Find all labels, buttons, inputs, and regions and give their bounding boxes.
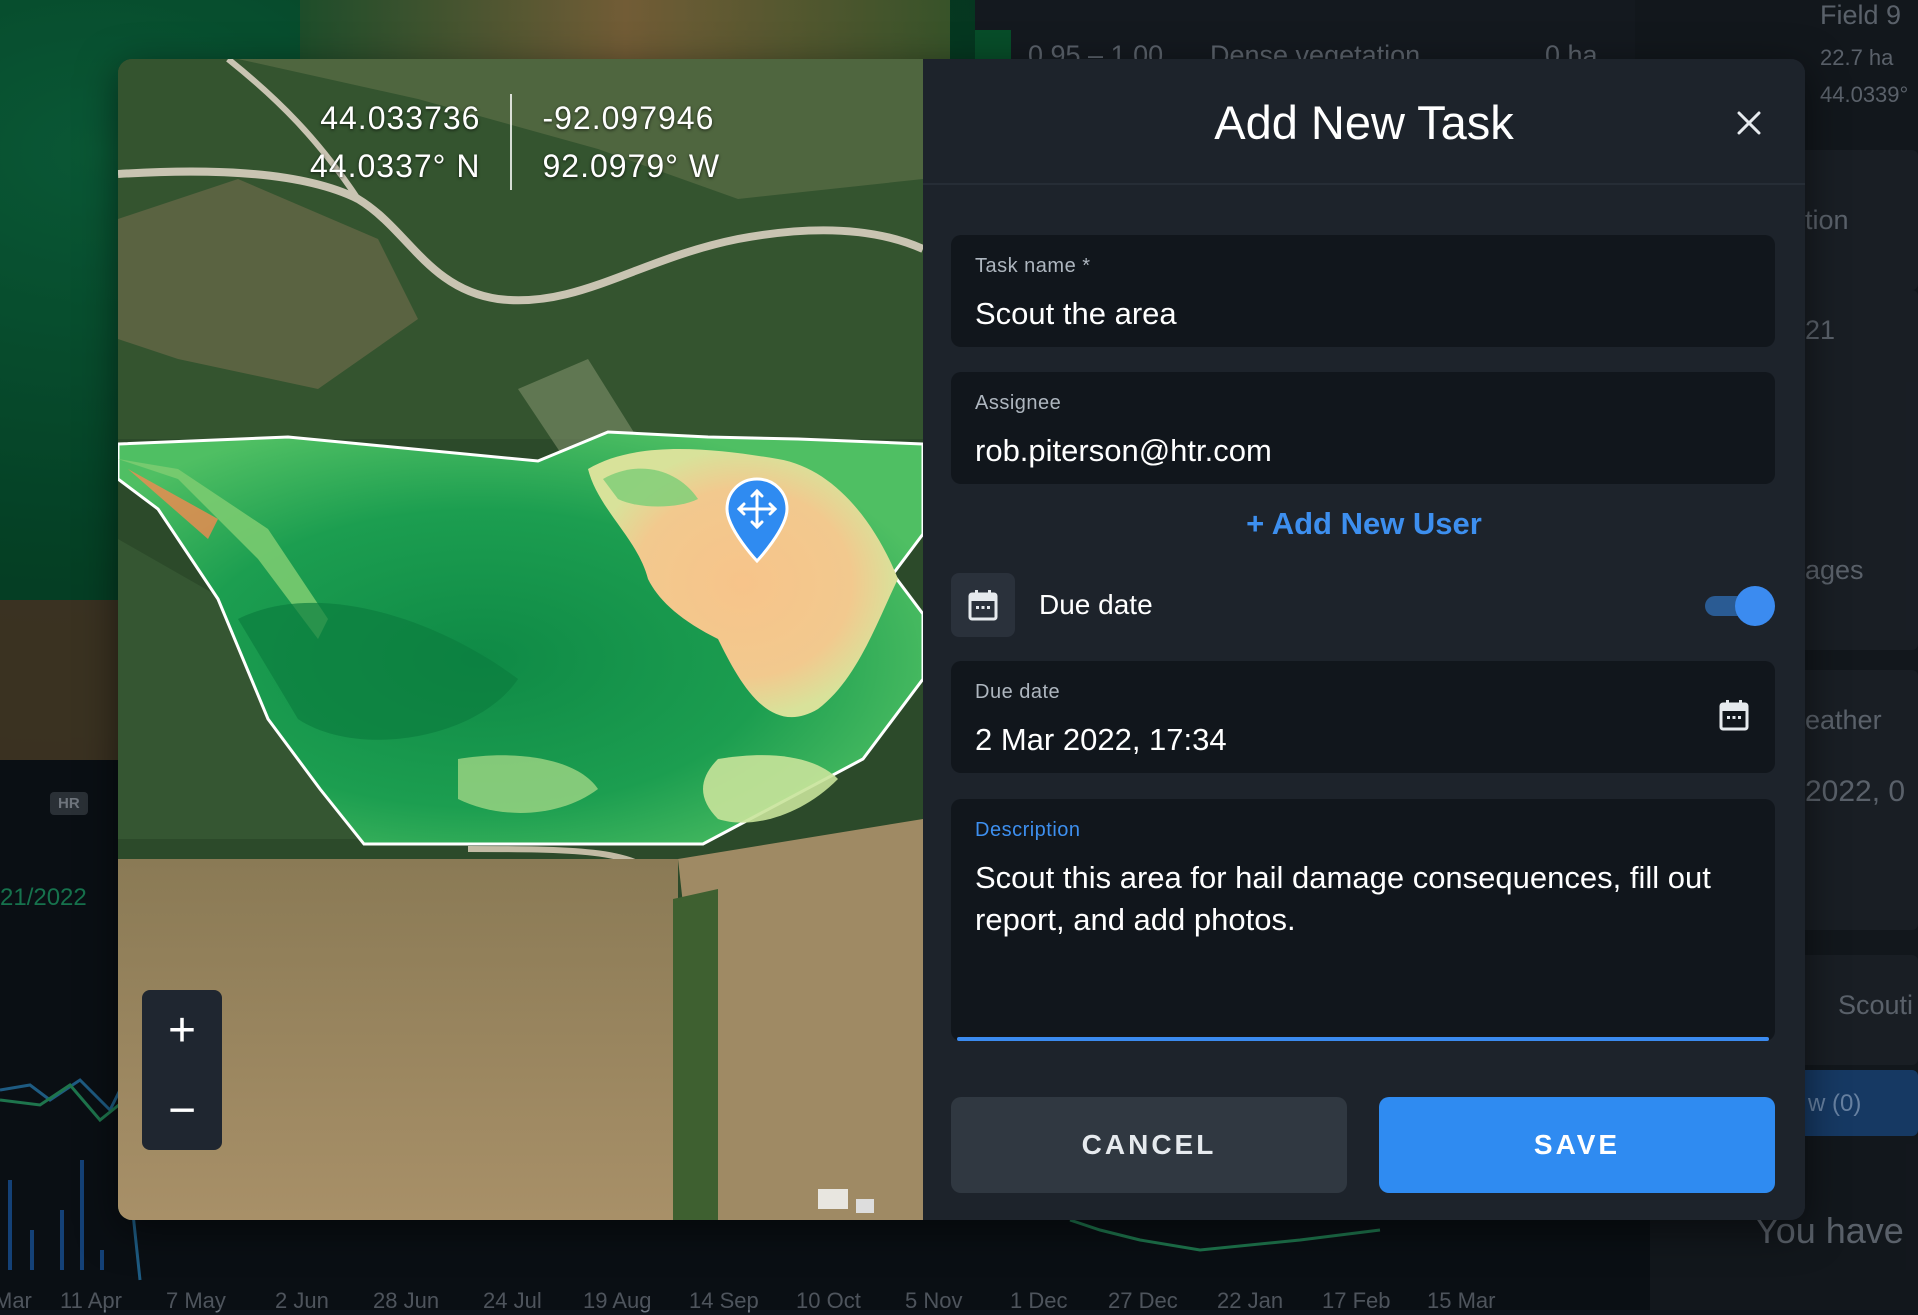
add-task-dialog: 44.033736 44.0337° N -92.097946 92.0979°… [118,59,1805,1220]
assignee-input[interactable]: rob.piterson@htr.com [975,430,1751,472]
calendar-icon [968,590,998,621]
save-button[interactable]: SAVE [1379,1097,1775,1193]
due-date-picker-button[interactable] [1719,699,1749,736]
due-date-field[interactable]: Due date 2 Mar 2022, 17:34 [951,661,1775,773]
latitude-decimal: 44.033736 [320,100,481,136]
assignee-label: Assignee [975,392,1062,414]
task-name-input[interactable]: Scout the area [975,293,1751,335]
task-name-label: Task name * [975,255,1091,277]
dialog-header: Add New Task [923,59,1805,185]
map-pin-move-icon[interactable] [725,477,789,568]
zoom-out-button[interactable]: − [142,1070,222,1150]
due-date-input[interactable]: 2 Mar 2022, 17:34 [975,719,1751,761]
toggle-knob [1735,586,1775,626]
description-field[interactable]: Description Scout this area for hail dam… [951,799,1775,1041]
add-new-user-link[interactable]: + Add New User [923,506,1805,542]
longitude-decimal: -92.097946 [542,100,715,136]
task-form: Add New Task Task name * Scout the area … [923,59,1805,1220]
satellite-map-image [118,59,923,1220]
due-date-calendar-badge [951,573,1015,637]
zoom-controls: + − [142,990,222,1150]
satellite-map[interactable]: 44.033736 44.0337° N -92.097946 92.0979°… [118,59,923,1220]
due-date-toggle[interactable] [1701,584,1775,626]
task-name-field[interactable]: Task name * Scout the area [951,235,1775,347]
coordinates-readout: 44.033736 44.0337° N -92.097946 92.0979°… [310,94,720,190]
cancel-button[interactable]: CANCEL [951,1097,1347,1193]
longitude-column: -92.097946 92.0979° W [512,94,720,190]
close-button[interactable] [1729,103,1769,143]
due-date-label: Due date [975,681,1061,703]
description-textarea[interactable]: Scout this area for hail damage conseque… [975,857,1751,941]
calendar-icon [1719,700,1749,731]
latitude-column: 44.033736 44.0337° N [310,94,513,190]
dialog-title: Add New Task [1214,96,1514,149]
longitude-dms: 92.0979° W [542,148,721,184]
description-label: Description [975,819,1081,841]
latitude-dms: 44.0337° N [310,148,481,184]
description-focus-underline [957,1037,1769,1041]
assignee-field[interactable]: Assignee rob.piterson@htr.com [951,372,1775,484]
due-date-toggle-row: Due date [951,573,1775,637]
close-icon [1737,111,1761,135]
due-date-toggle-label: Due date [1039,589,1153,620]
zoom-in-button[interactable]: + [142,990,222,1070]
